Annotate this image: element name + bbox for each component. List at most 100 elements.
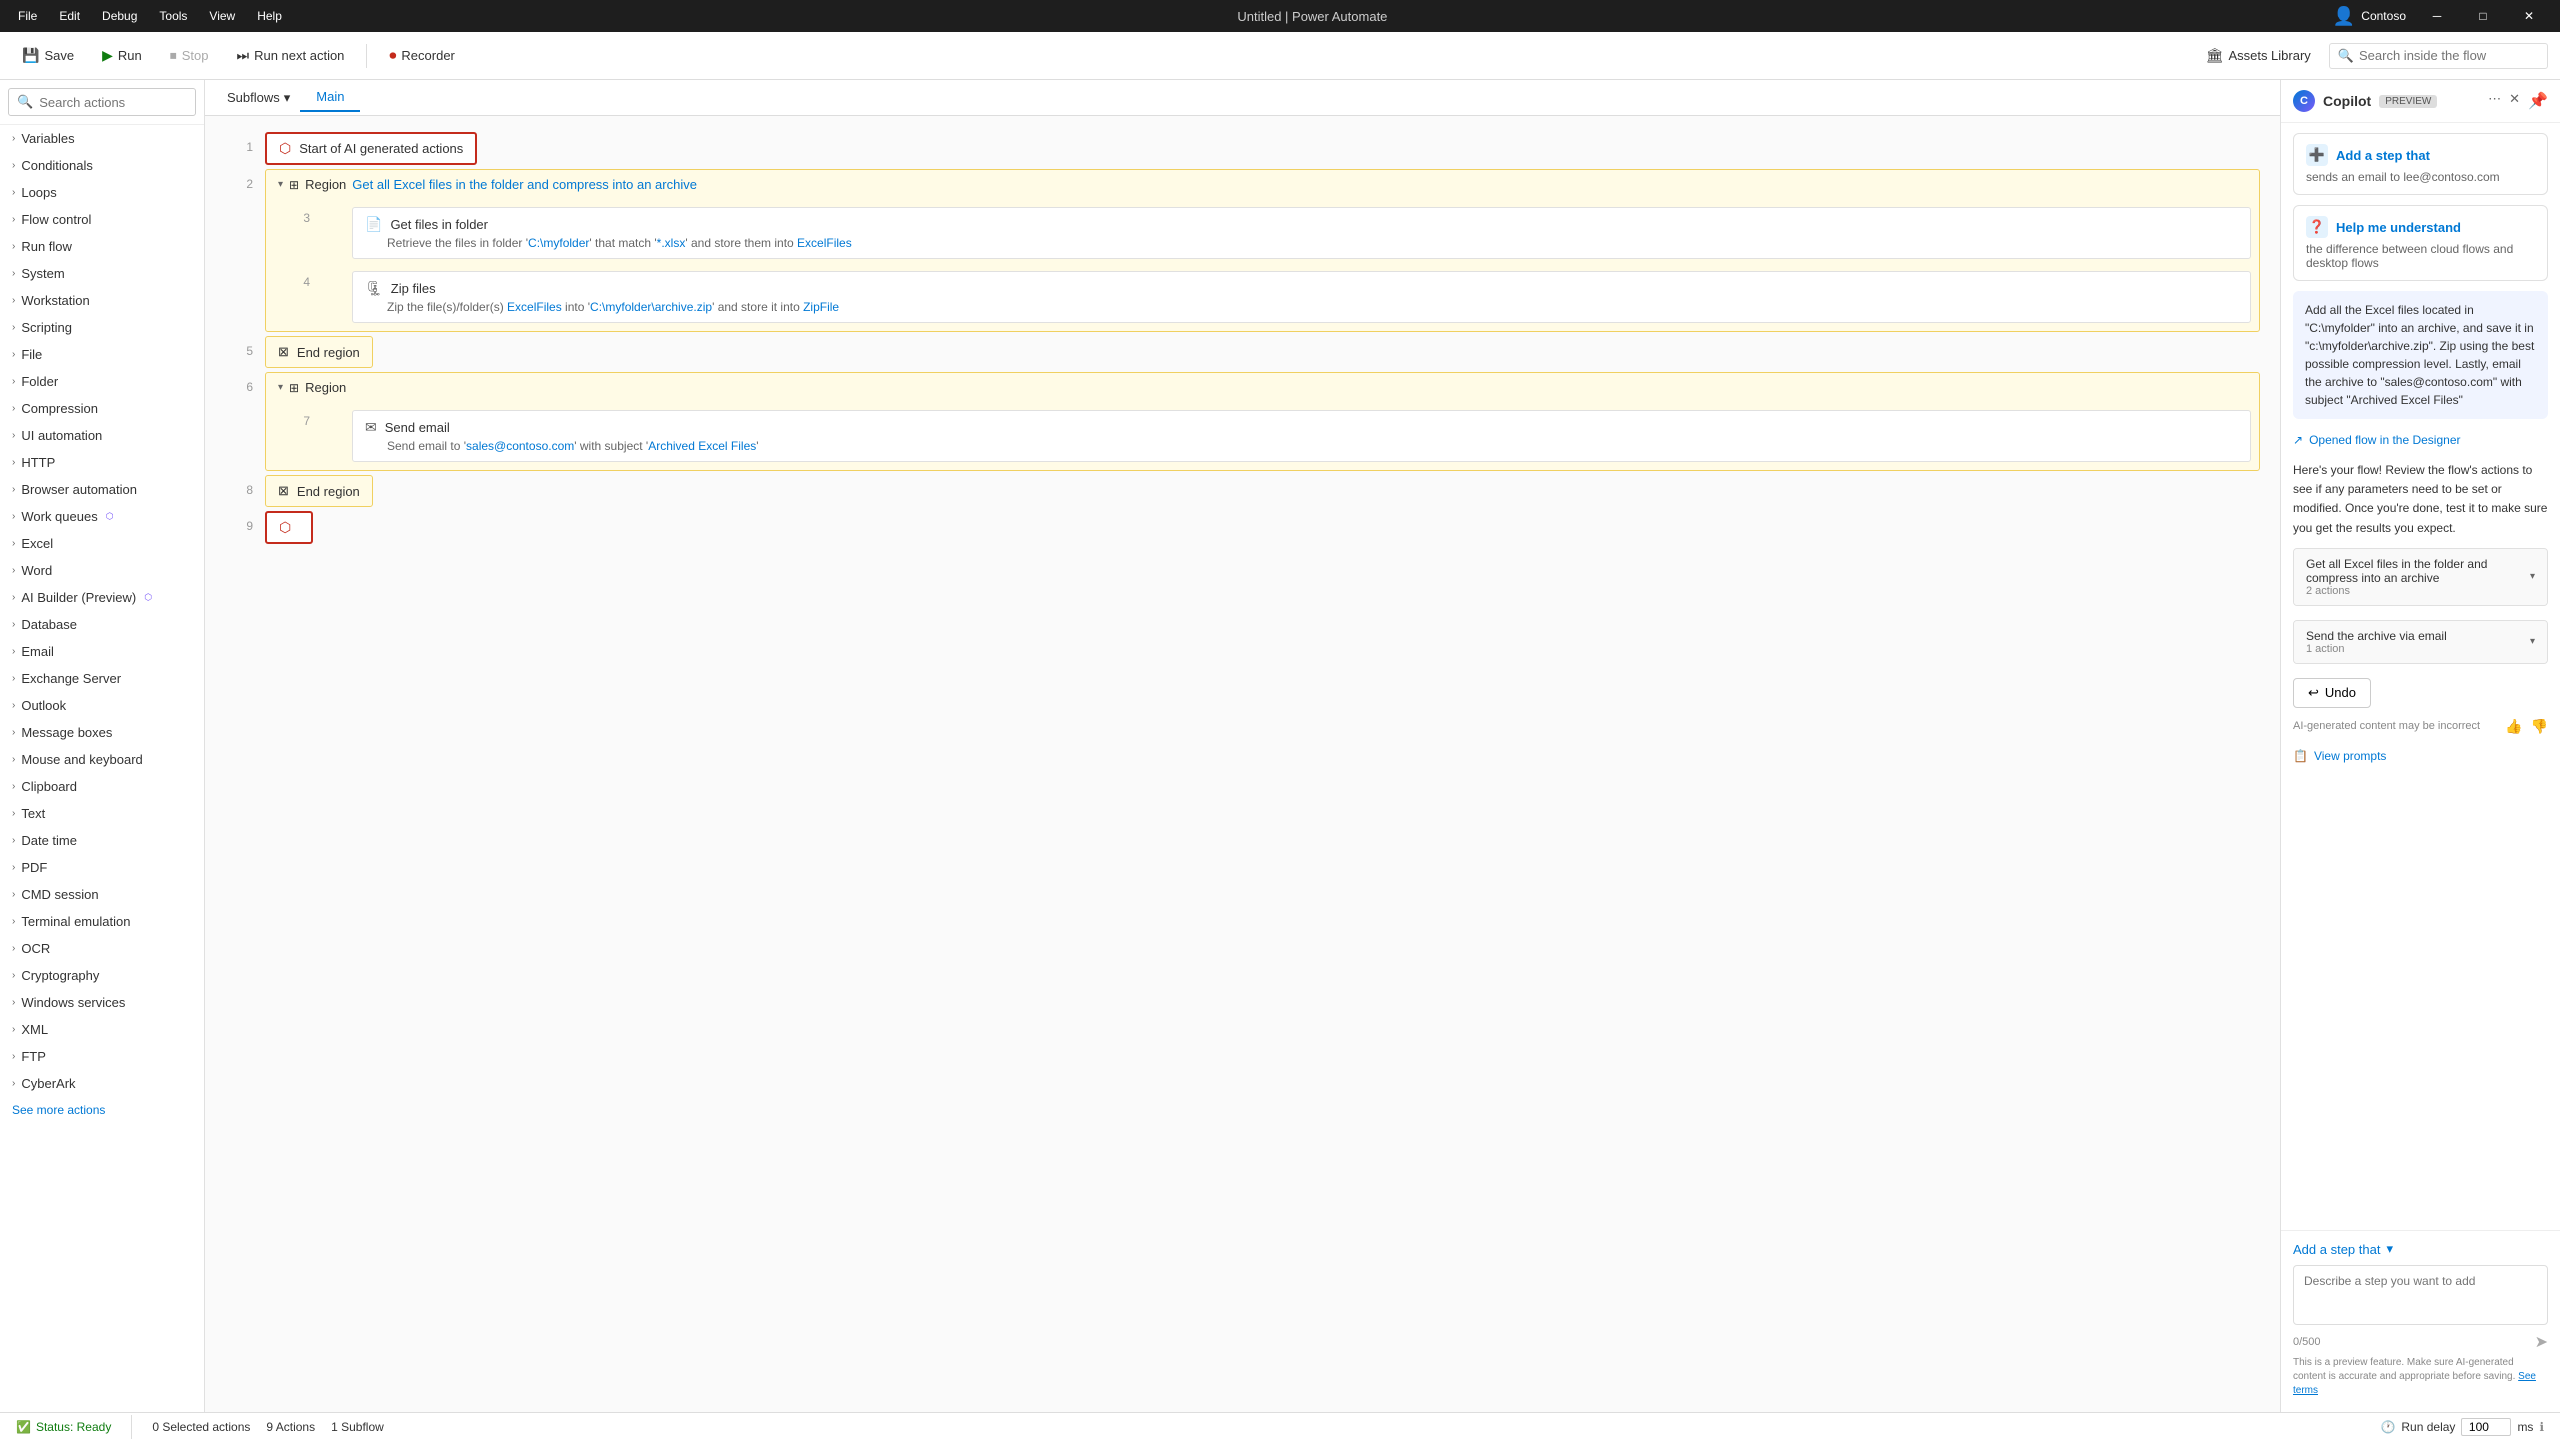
chevron-icon: › bbox=[12, 862, 15, 873]
suggestion-add-step[interactable]: ➕ Add a step that sends an email to lee@… bbox=[2293, 133, 2548, 195]
run-delay-info-icon[interactable]: ℹ bbox=[2539, 1420, 2544, 1434]
thumbs-up-icon[interactable]: 👍 bbox=[2505, 718, 2522, 735]
sidebar-item-loops[interactable]: › Loops bbox=[0, 179, 204, 206]
search-flow-input[interactable] bbox=[2359, 48, 2539, 63]
assets-library-button[interactable]: 🏛 Assets Library bbox=[2196, 42, 2321, 69]
sidebar-item-file[interactable]: › File bbox=[0, 341, 204, 368]
add-step-row[interactable]: Add a step that ▾ bbox=[2293, 1241, 2548, 1257]
send-button[interactable]: ➤ bbox=[2535, 1332, 2548, 1352]
email-icon: ✉ bbox=[365, 419, 377, 436]
action-get-files[interactable]: 📄 Get files in folder Retrieve the files… bbox=[352, 207, 2251, 259]
chevron-icon: › bbox=[12, 241, 15, 252]
sidebar-item-database[interactable]: › Database bbox=[0, 611, 204, 638]
maximize-button[interactable]: □ bbox=[2460, 0, 2506, 32]
accordion-header-email[interactable]: Send the archive via email 1 action ▾ bbox=[2294, 621, 2547, 663]
copilot-pin-icon[interactable]: 📌 bbox=[2528, 91, 2548, 111]
add-step-chevron-icon: ▾ bbox=[2386, 1241, 2393, 1257]
sidebar-search-icon: 🔍 bbox=[17, 94, 33, 110]
recorder-button[interactable]: ⏺ Recorder bbox=[379, 42, 464, 69]
run-delay-input[interactable] bbox=[2461, 1418, 2511, 1436]
sidebar-item-outlook[interactable]: › Outlook bbox=[0, 692, 204, 719]
see-more-actions[interactable]: See more actions bbox=[0, 1097, 204, 1123]
sidebar-item-label: Text bbox=[21, 806, 45, 821]
view-prompts-button[interactable]: 📋 View prompts bbox=[2293, 745, 2548, 767]
sidebar: 🔍 › Variables › Conditionals › Loops › F… bbox=[0, 80, 205, 1412]
copilot-close-icon[interactable]: ✕ bbox=[2509, 91, 2520, 111]
run-button[interactable]: ▶ Run bbox=[92, 42, 152, 69]
sidebar-item-terminal-emulation[interactable]: › Terminal emulation bbox=[0, 908, 204, 935]
accordion-excel[interactable]: Get all Excel files in the folder and co… bbox=[2293, 548, 2548, 606]
menu-debug[interactable]: Debug bbox=[92, 7, 147, 25]
sidebar-item-clipboard[interactable]: › Clipboard bbox=[0, 773, 204, 800]
title-bar: File Edit Debug Tools View Help Untitled… bbox=[0, 0, 2560, 32]
action-header: 📄 Get files in folder bbox=[365, 216, 2238, 233]
thumbs-down-icon[interactable]: 👎 bbox=[2531, 718, 2548, 735]
sidebar-item-flow-control[interactable]: › Flow control bbox=[0, 206, 204, 233]
menu-file[interactable]: File bbox=[8, 7, 47, 25]
minimize-button[interactable]: ─ bbox=[2414, 0, 2460, 32]
sidebar-item-scripting[interactable]: › Scripting bbox=[0, 314, 204, 341]
sidebar-item-variables[interactable]: › Variables bbox=[0, 125, 204, 152]
copilot-more-icon[interactable]: ⋯ bbox=[2488, 91, 2501, 111]
sidebar-item-folder[interactable]: › Folder bbox=[0, 368, 204, 395]
sidebar-item-work-queues[interactable]: › Work queues ⬡ bbox=[0, 503, 204, 530]
sidebar-item-date-time[interactable]: › Date time bbox=[0, 827, 204, 854]
sidebar-item-ftp[interactable]: › FTP bbox=[0, 1043, 204, 1070]
sidebar-item-email[interactable]: › Email bbox=[0, 638, 204, 665]
menu-view[interactable]: View bbox=[199, 7, 245, 25]
subflows-button[interactable]: Subflows ▾ bbox=[217, 86, 300, 110]
chevron-icon: › bbox=[12, 484, 15, 495]
sidebar-item-ui-automation[interactable]: › UI automation bbox=[0, 422, 204, 449]
sidebar-item-text[interactable]: › Text bbox=[0, 800, 204, 827]
clock-icon: 🕐 bbox=[2380, 1420, 2395, 1434]
accordion-header-excel[interactable]: Get all Excel files in the folder and co… bbox=[2294, 549, 2547, 605]
menu-tools[interactable]: Tools bbox=[149, 7, 197, 25]
main-tab[interactable]: Main bbox=[300, 83, 360, 112]
region-name-link[interactable]: Get all Excel files in the folder and co… bbox=[352, 177, 697, 192]
sidebar-item-cmd-session[interactable]: › CMD session bbox=[0, 881, 204, 908]
menu-edit[interactable]: Edit bbox=[49, 7, 90, 25]
save-button[interactable]: 💾 Save bbox=[12, 42, 84, 69]
sidebar-item-pdf[interactable]: › PDF bbox=[0, 854, 204, 881]
title-bar-right: 👤 Contoso ─ □ ✕ bbox=[2333, 0, 2552, 32]
sidebar-item-conditionals[interactable]: › Conditionals bbox=[0, 152, 204, 179]
undo-button[interactable]: ↩ Undo bbox=[2293, 678, 2371, 708]
sidebar-item-browser-automation[interactable]: › Browser automation bbox=[0, 476, 204, 503]
run-next-button[interactable]: ⏭ Run next action bbox=[226, 42, 354, 69]
sidebar-item-ai-builder[interactable]: › AI Builder (Preview) ⬡ bbox=[0, 584, 204, 611]
sidebar-item-compression[interactable]: › Compression bbox=[0, 395, 204, 422]
action-title: Send email bbox=[385, 420, 450, 435]
action-zip-files[interactable]: 🗜 Zip files Zip the file(s)/folder(s) Ex… bbox=[352, 271, 2251, 323]
close-button[interactable]: ✕ bbox=[2506, 0, 2552, 32]
sidebar-item-label: Excel bbox=[21, 536, 53, 551]
sidebar-item-mouse-keyboard[interactable]: › Mouse and keyboard bbox=[0, 746, 204, 773]
sidebar-item-workstation[interactable]: › Workstation bbox=[0, 287, 204, 314]
sidebar-item-run-flow[interactable]: › Run flow bbox=[0, 233, 204, 260]
stop-button[interactable]: ⏹ Stop bbox=[160, 42, 219, 69]
region-title-label: Region bbox=[305, 380, 346, 395]
sidebar-item-system[interactable]: › System bbox=[0, 260, 204, 287]
sidebar-item-xml[interactable]: › XML bbox=[0, 1016, 204, 1043]
sidebar-item-label: XML bbox=[21, 1022, 48, 1037]
menu-help[interactable]: Help bbox=[247, 7, 292, 25]
chevron-icon: › bbox=[12, 1051, 15, 1062]
sidebar-item-word[interactable]: › Word bbox=[0, 557, 204, 584]
sidebar-item-ocr[interactable]: › OCR bbox=[0, 935, 204, 962]
sidebar-item-cryptography[interactable]: › Cryptography bbox=[0, 962, 204, 989]
action-description: Retrieve the files in folder 'C:\myfolde… bbox=[387, 236, 2238, 250]
action-send-email[interactable]: ✉ Send email Send email to 'sales@contos… bbox=[352, 410, 2251, 462]
sidebar-search-input[interactable] bbox=[39, 95, 187, 110]
region-header-excel[interactable]: ▾ ⊞ Region Get all Excel files in the fo… bbox=[266, 170, 2259, 199]
sidebar-item-message-boxes[interactable]: › Message boxes bbox=[0, 719, 204, 746]
suggestion-help-understand[interactable]: ❓ Help me understand the difference betw… bbox=[2293, 205, 2548, 281]
sidebar-item-exchange-server[interactable]: › Exchange Server bbox=[0, 665, 204, 692]
chevron-icon: › bbox=[12, 997, 15, 1008]
sidebar-item-windows-services[interactable]: › Windows services bbox=[0, 989, 204, 1016]
copilot-textarea[interactable] bbox=[2293, 1265, 2548, 1325]
accordion-email[interactable]: Send the archive via email 1 action ▾ bbox=[2293, 620, 2548, 664]
end-region-label: End region bbox=[297, 345, 360, 360]
sidebar-item-http[interactable]: › HTTP bbox=[0, 449, 204, 476]
sidebar-item-excel[interactable]: › Excel bbox=[0, 530, 204, 557]
sidebar-item-cyberark[interactable]: › CyberArk bbox=[0, 1070, 204, 1097]
region-header-email[interactable]: ▾ ⊞ Region bbox=[266, 373, 2259, 402]
